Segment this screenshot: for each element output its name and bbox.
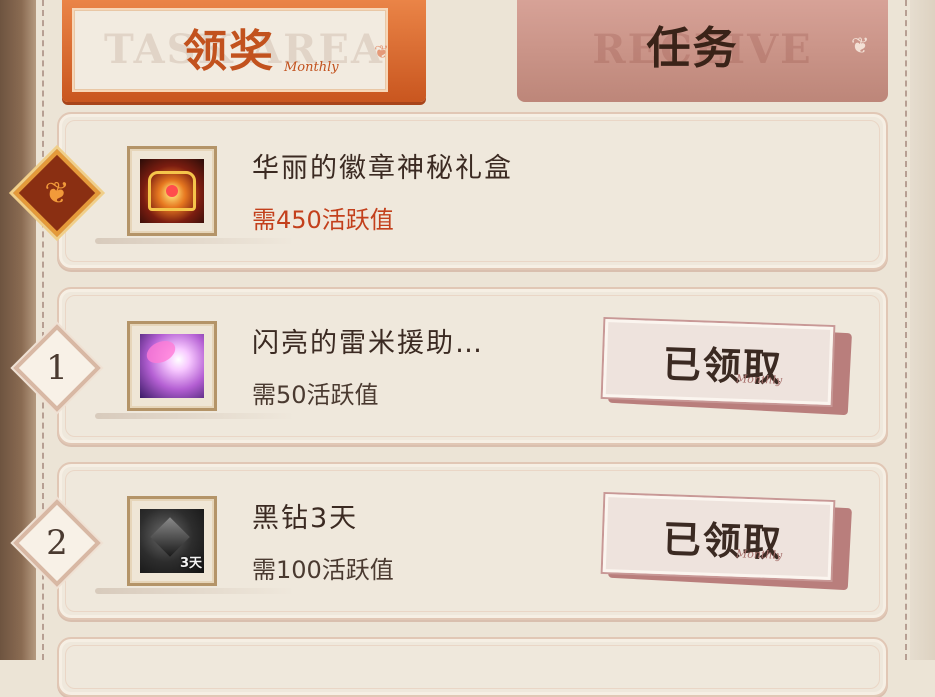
- reward-requirement: 需450活跃值: [252, 206, 394, 234]
- right-dashed-border: [905, 0, 907, 660]
- rank-number: 2: [46, 523, 68, 563]
- right-decorative-strip: [910, 0, 935, 660]
- claimed-button[interactable]: 已领取 Monthly: [602, 319, 860, 416]
- reward-title: 黑钻3天: [252, 503, 359, 534]
- maple-leaf-icon: ❦: [851, 34, 870, 59]
- reward-thumbnail[interactable]: [127, 146, 217, 236]
- purple-gift-icon: [140, 334, 204, 398]
- claimed-button-face: 已领取: [602, 319, 834, 405]
- reward-thumbnail[interactable]: [127, 321, 217, 411]
- reward-card-2: 1 闪亮的雷米援助… 需50活跃值 已领取 Monthly: [13, 287, 888, 445]
- reward-title: 闪亮的雷米援助…: [252, 328, 484, 359]
- reward-requirement: 需50活跃值: [252, 381, 379, 409]
- reward-thumbnail[interactable]: 3天: [127, 496, 217, 586]
- rank-number: 1: [46, 348, 68, 388]
- reward-card-3: 2 3天 黑钻3天 需100活跃值 已领取 Monthly: [13, 462, 888, 620]
- claimed-button-script: Monthly: [735, 372, 783, 387]
- treasure-chest-icon: [140, 159, 204, 223]
- black-diamond-icon: 3天: [140, 509, 204, 573]
- tab-task-label: 任务: [646, 23, 739, 74]
- card-decor-line: [95, 588, 295, 594]
- card-decor-line: [95, 238, 295, 244]
- claimed-button-face: 已领取: [602, 494, 834, 580]
- maple-leaf-icon: ❦: [44, 175, 70, 211]
- reward-card-1: ❦ 华丽的徽章神秘礼盒 需450活跃值: [13, 112, 888, 270]
- tab-reward-script: Monthly: [284, 60, 339, 75]
- tab-task[interactable]: RECEIVE 任务 ❦: [517, 0, 888, 102]
- claimed-button[interactable]: 已领取 Monthly: [602, 494, 860, 591]
- reward-requirement: 需100活跃值: [252, 556, 394, 584]
- tab-reward[interactable]: TASK AREA 领奖 Monthly ❦: [62, 0, 426, 102]
- tab-reward-label: 领奖: [183, 26, 275, 77]
- claimed-button-script: Monthly: [735, 547, 783, 562]
- reward-title: 华丽的徽章神秘礼盒: [252, 153, 513, 184]
- card-decor-line: [95, 413, 295, 419]
- reward-card-4: [57, 637, 888, 697]
- maple-leaf-icon: ❦: [374, 42, 390, 63]
- duration-tag: 3天: [179, 556, 202, 571]
